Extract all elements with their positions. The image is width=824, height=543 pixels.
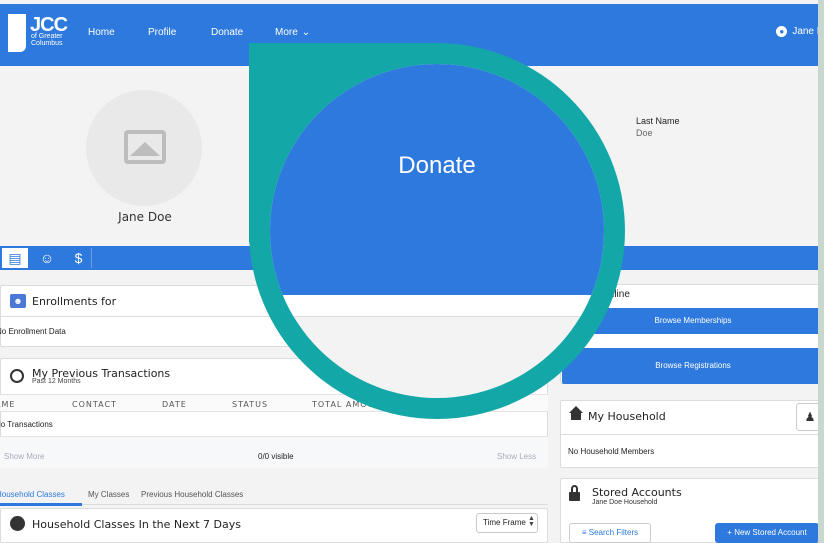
- zoom-callout-row: [270, 295, 604, 317]
- home-icon-body: [571, 413, 581, 420]
- clock-icon: [10, 369, 24, 383]
- window-edge: [818, 0, 824, 543]
- classes-tab-divider: [0, 504, 548, 505]
- new-stored-account-button[interactable]: + New Stored Account: [715, 523, 819, 543]
- user-avatar-icon: ●: [776, 26, 788, 37]
- search-filters-button[interactable]: ≡ Search Filters: [569, 523, 651, 543]
- home-icon: [569, 406, 583, 413]
- tab-donations[interactable]: $: [66, 248, 92, 268]
- nav-home[interactable]: Home: [88, 27, 115, 38]
- plus-icon: +: [727, 528, 732, 537]
- household-empty: No Household Members: [568, 447, 655, 456]
- nav-more-label: More: [275, 27, 298, 38]
- enrollments-empty: No Enrollment Data: [0, 327, 66, 336]
- transactions-empty: No Transactions: [0, 420, 53, 429]
- zoom-callout: Donate: [270, 64, 604, 398]
- col-date[interactable]: DATE: [162, 400, 187, 409]
- browse-registrations-button[interactable]: Browse Registrations: [562, 348, 824, 384]
- transactions-subtitle: Past 12 Months: [32, 378, 81, 385]
- last-name-label: Last Name: [636, 116, 680, 126]
- search-filters-label: Search Filters: [588, 528, 639, 537]
- household-title: My Household: [588, 410, 666, 423]
- nav-donate[interactable]: Donate: [211, 27, 243, 38]
- divider: [560, 434, 824, 435]
- col-status[interactable]: STATUS: [232, 400, 268, 409]
- id-card-icon: ▤: [8, 250, 22, 266]
- household-classes-title: Household Classes In the Next 7 Days: [32, 518, 241, 531]
- logo-subtitle: of Greater Columbus: [31, 33, 63, 47]
- lock-icon: [569, 492, 580, 501]
- enrollments-title: Enrollments for: [32, 295, 117, 308]
- stored-accounts-subtitle: Jane Doe Household: [592, 499, 658, 506]
- tab-household[interactable]: ☺: [34, 248, 60, 268]
- stored-accounts-title: Stored Accounts: [592, 486, 682, 499]
- jcc-logo[interactable]: JCC of Greater Columbus: [0, 14, 92, 60]
- enrollment-icon: ☻: [10, 294, 26, 308]
- nav-profile[interactable]: Profile: [148, 27, 176, 38]
- profile-name: Jane Doe: [118, 210, 172, 224]
- show-more-link[interactable]: Show More: [4, 452, 44, 461]
- tab-my-classes[interactable]: My Classes: [88, 490, 129, 499]
- user-menu[interactable]: ● Jane D: [776, 26, 824, 37]
- logo-subtitle-line: Columbus: [31, 40, 63, 47]
- show-less-link[interactable]: Show Less: [497, 452, 536, 461]
- col-name[interactable]: NAME: [0, 400, 15, 409]
- chevron-down-icon: ⌄: [301, 27, 311, 38]
- nav-more[interactable]: More ⌄: [275, 27, 310, 38]
- people-icon: ☺: [39, 250, 55, 266]
- zoom-donate-label[interactable]: Donate: [270, 152, 604, 180]
- active-tab-indicator: [0, 503, 82, 506]
- filter-icon: ≡: [581, 528, 587, 537]
- logo-mark: [8, 14, 26, 52]
- image-placeholder-mountain: [130, 142, 160, 156]
- col-contact[interactable]: CONTACT: [72, 400, 117, 409]
- visible-count: 0/0 visible: [258, 452, 294, 461]
- logo-subtitle-line: of Greater: [31, 33, 63, 40]
- money-bag-icon: $: [74, 250, 83, 266]
- last-name-value: Doe: [636, 128, 653, 138]
- new-stored-account-label: New Stored Account: [734, 528, 807, 537]
- add-user-icon: ♟: [804, 410, 816, 424]
- tab-contact-info[interactable]: ▤: [2, 248, 28, 268]
- globe-icon: [10, 516, 25, 531]
- tab-household-classes[interactable]: Household Classes: [0, 490, 65, 499]
- select-arrows-icon: ▲ ▼: [528, 515, 535, 528]
- tab-previous-household-classes[interactable]: Previous Household Classes: [141, 490, 243, 499]
